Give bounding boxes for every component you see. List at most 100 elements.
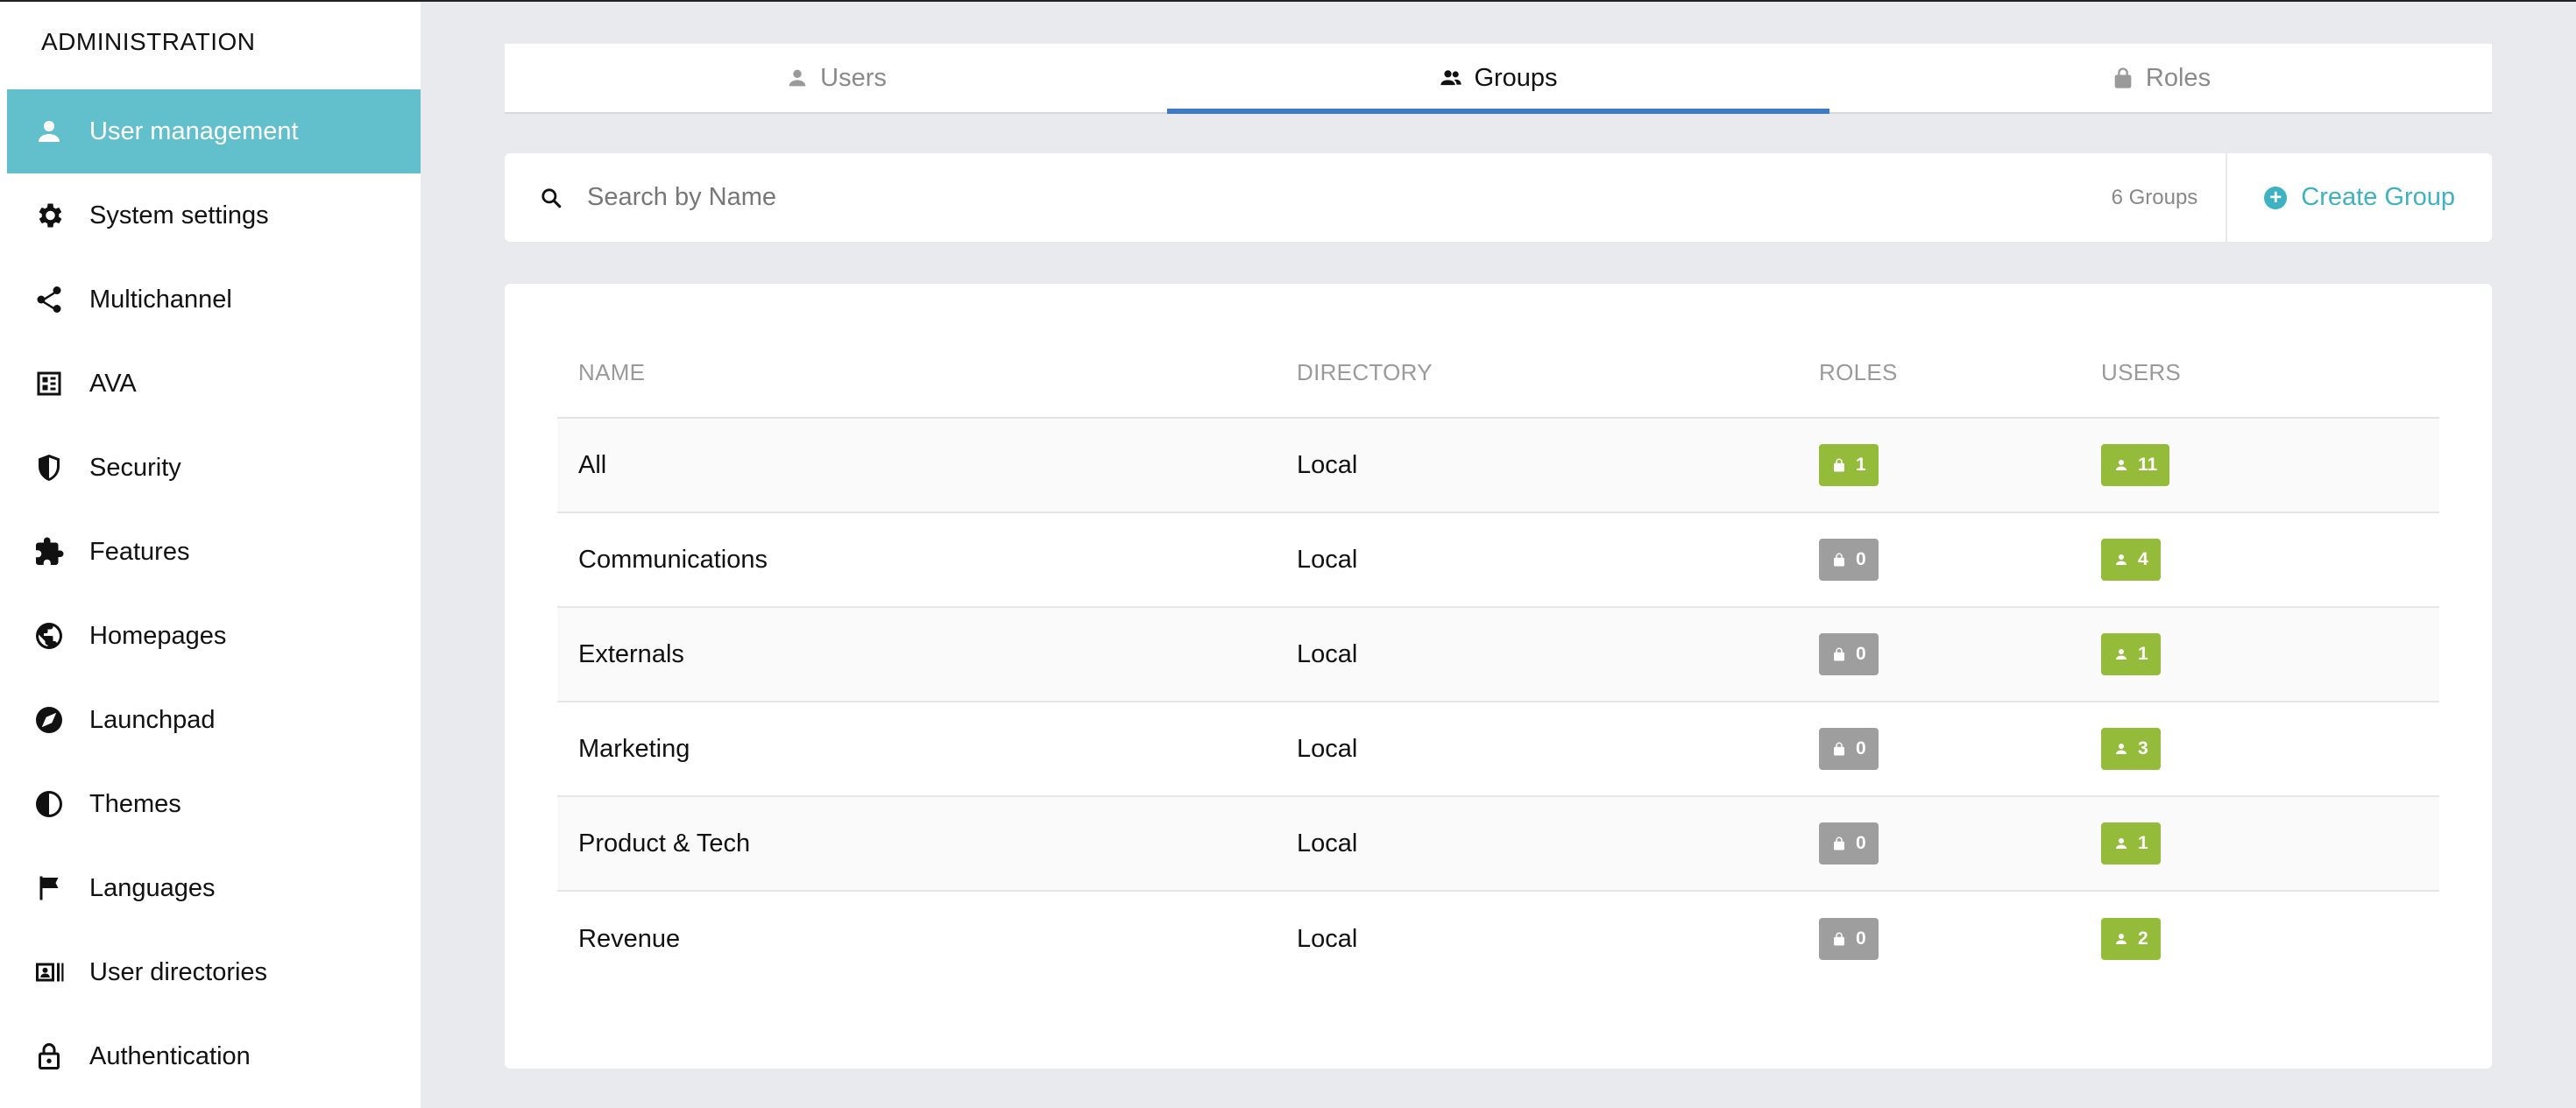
lock-icon [1834, 932, 1844, 946]
group-icon [1440, 70, 1462, 86]
sidebar-item-languages[interactable]: Languages [7, 846, 421, 930]
group-name: Product & Tech [578, 829, 751, 857]
users-badge[interactable]: 4 [2101, 539, 2161, 581]
roles-count: 0 [1856, 833, 1866, 853]
create-group-button[interactable]: + Create Group [2227, 153, 2492, 242]
users-badge[interactable]: 2 [2101, 918, 2161, 960]
sidebar-item-launchpad[interactable]: Launchpad [7, 678, 421, 762]
users-count: 3 [2138, 738, 2148, 759]
table-header: NAME DIRECTORY ROLES USERS [557, 328, 2439, 419]
sidebar-item-label: Launchpad [89, 705, 216, 734]
person-icon [789, 69, 806, 87]
sidebar-item-user-management[interactable]: User management [7, 89, 421, 173]
sidebar-nav: User management System settings Multicha… [7, 89, 421, 1098]
users-count: 2 [2138, 928, 2148, 949]
search-icon [540, 185, 566, 211]
table-row[interactable]: Communications Local 0 4 [557, 513, 2439, 608]
group-name: Externals [578, 639, 684, 668]
tab-groups[interactable]: Groups [1167, 44, 1829, 114]
groups-table: NAME DIRECTORY ROLES USERS All Local 1 1… [557, 328, 2439, 986]
roles-count: 1 [1856, 455, 1866, 475]
sidebar-item-homepages[interactable]: Homepages [7, 594, 421, 678]
search-input[interactable] [587, 183, 2112, 212]
users-badge[interactable]: 1 [2101, 822, 2161, 865]
sidebar-item-label: Homepages [89, 621, 227, 650]
sidebar-title: ADMINISTRATION [41, 28, 256, 55]
table-row[interactable]: Revenue Local 0 2 [557, 892, 2439, 986]
group-directory: Local [1297, 545, 1358, 574]
gear-icon [32, 198, 67, 233]
column-header-name[interactable]: NAME [557, 359, 1276, 386]
group-name: Communications [578, 545, 768, 574]
lock-icon [32, 1039, 67, 1074]
sidebar-item-authentication[interactable]: Authentication [7, 1014, 421, 1098]
sidebar-item-label: Multichannel [89, 285, 232, 314]
table-row[interactable]: Externals Local 0 1 [557, 608, 2439, 702]
sidebar-item-label: Authentication [89, 1041, 251, 1070]
roles-badge[interactable]: 0 [1819, 728, 1879, 770]
lock-icon [1834, 553, 1844, 567]
lock-icon [1834, 458, 1844, 472]
roles-badge[interactable]: 1 [1819, 444, 1879, 486]
flag-icon [32, 871, 67, 906]
tab-users[interactable]: Users [505, 44, 1167, 112]
users-badge[interactable]: 11 [2101, 444, 2170, 486]
create-group-label: Create Group [2301, 183, 2455, 211]
sidebar-item-label: User directories [89, 957, 268, 986]
person-icon [2116, 460, 2127, 470]
table-row[interactable]: Product & Tech Local 0 1 [557, 797, 2439, 892]
sidebar-item-themes[interactable]: Themes [7, 762, 421, 846]
table-body: All Local 1 11 Communications Local 0 4 … [557, 419, 2439, 986]
search-bar: 6 Groups + Create Group [505, 153, 2492, 242]
column-header-roles[interactable]: ROLES [1798, 359, 2080, 386]
sidebar-item-label: Features [89, 537, 190, 566]
users-badge[interactable]: 1 [2101, 633, 2161, 675]
users-badge[interactable]: 3 [2101, 728, 2161, 770]
roles-badge[interactable]: 0 [1819, 539, 1879, 581]
roles-badge[interactable]: 0 [1819, 633, 1879, 675]
plus-circle-icon: + [2264, 186, 2288, 209]
users-count: 11 [2138, 455, 2158, 475]
tab-roles[interactable]: Roles [1829, 44, 2492, 112]
tab-label: Groups [1474, 63, 1558, 92]
sidebar-item-user-directories[interactable]: User directories [7, 930, 421, 1014]
contrast-icon [32, 787, 67, 822]
column-header-users[interactable]: USERS [2080, 359, 2439, 386]
groups-table-card: NAME DIRECTORY ROLES USERS All Local 1 1… [505, 284, 2492, 1069]
sidebar-item-multichannel[interactable]: Multichannel [7, 258, 421, 342]
roles-badge[interactable]: 0 [1819, 918, 1879, 960]
person-icon [2116, 649, 2127, 660]
puzzle-icon [32, 534, 67, 569]
ava-icon [32, 366, 67, 401]
tab-bar: Users Groups Roles [505, 44, 2492, 114]
id-card-icon [32, 955, 67, 990]
roles-count: 0 [1856, 738, 1866, 759]
lock-icon [1834, 836, 1844, 850]
sidebar-item-label: Languages [89, 873, 216, 902]
table-row[interactable]: Marketing Local 0 3 [557, 702, 2439, 797]
group-name: Revenue [578, 924, 681, 953]
lock-icon [2114, 67, 2132, 88]
sidebar-item-ava[interactable]: AVA [7, 342, 421, 426]
group-name: All [578, 450, 607, 479]
column-header-directory[interactable]: DIRECTORY [1276, 359, 1798, 386]
share-icon [32, 282, 67, 317]
person-icon [32, 114, 67, 149]
group-name: Marketing [578, 734, 690, 763]
sidebar-item-system-settings[interactable]: System settings [7, 173, 421, 258]
group-directory: Local [1297, 924, 1358, 953]
roles-count: 0 [1856, 549, 1866, 569]
sidebar-item-features[interactable]: Features [7, 510, 421, 594]
person-icon [2116, 744, 2127, 754]
group-directory: Local [1297, 829, 1358, 857]
users-count: 1 [2138, 644, 2148, 664]
compass-icon [32, 702, 67, 737]
sidebar-item-security[interactable]: Security [7, 426, 421, 510]
person-icon [2116, 554, 2127, 565]
users-count: 4 [2138, 549, 2148, 569]
sidebar-item-label: User management [89, 116, 299, 145]
roles-badge[interactable]: 0 [1819, 822, 1879, 865]
roles-count: 0 [1856, 928, 1866, 949]
sidebar-item-label: Themes [89, 789, 181, 818]
table-row[interactable]: All Local 1 11 [557, 419, 2439, 513]
